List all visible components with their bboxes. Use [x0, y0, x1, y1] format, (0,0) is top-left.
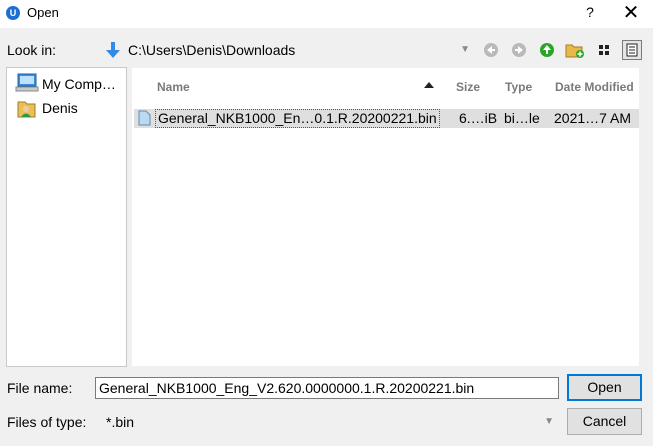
column-header-name[interactable]: Name: [157, 80, 190, 94]
user-folder-icon: [17, 101, 36, 118]
open-button[interactable]: Open: [567, 374, 642, 401]
help-button[interactable]: ?: [584, 4, 596, 20]
forward-button[interactable]: [510, 41, 528, 59]
new-folder-icon: [565, 44, 584, 58]
back-arrow-icon: [484, 43, 498, 57]
downloads-arrow-icon: [106, 42, 120, 58]
table-row[interactable]: General_NKB1000_En…0.1.R.20200221.bin 6.…: [134, 109, 639, 128]
column-header-size[interactable]: Size: [456, 80, 480, 94]
file-type-cell: bi…le: [504, 110, 540, 126]
file-type-select[interactable]: *.bin ▼: [95, 411, 559, 433]
detail-view-button[interactable]: [622, 40, 642, 60]
sort-ascending-icon: [424, 82, 434, 88]
file-type-label: Files of type:: [7, 414, 87, 430]
back-button[interactable]: [482, 41, 500, 59]
file-name-input[interactable]: [95, 377, 559, 399]
new-folder-button[interactable]: [565, 41, 584, 59]
chevron-down-icon[interactable]: ▼: [460, 44, 470, 55]
file-name-cell: General_NKB1000_En…0.1.R.20200221.bin: [155, 109, 440, 128]
cancel-button[interactable]: Cancel: [567, 408, 642, 435]
file-type-value: *.bin: [106, 414, 135, 430]
look-in-label: Look in:: [7, 42, 57, 58]
list-view-button[interactable]: [594, 40, 614, 60]
places-sidebar: My Comp… Denis: [6, 67, 127, 367]
file-list[interactable]: Name Size Type Date Modified General_NKB…: [131, 67, 640, 367]
sidebar-item-label: Denis: [42, 100, 78, 116]
close-button[interactable]: ✕: [622, 1, 640, 25]
look-in-path: C:\Users\Denis\Downloads: [128, 42, 296, 58]
computer-icon: [15, 73, 39, 92]
sidebar-item-label: My Comp…: [42, 76, 116, 92]
grid-view-icon: [599, 45, 609, 55]
parent-folder-button[interactable]: [538, 41, 556, 59]
details-view-icon: [626, 43, 638, 57]
title-bar: U Open ? ✕: [0, 0, 653, 28]
file-date-cell: 2021…7 AM: [554, 110, 632, 126]
look-in-combo[interactable]: C:\Users\Denis\Downloads ▼: [95, 39, 475, 61]
file-name-label: File name:: [7, 380, 73, 396]
sidebar-item-my-computer[interactable]: My Comp…: [11, 72, 125, 96]
app-logo-icon: U: [6, 6, 20, 20]
column-header-type[interactable]: Type: [505, 80, 532, 94]
file-size-cell: 6.…iB: [459, 110, 498, 126]
column-header-date-modified[interactable]: Date Modified: [555, 80, 634, 94]
file-icon: [138, 110, 151, 126]
sidebar-item-denis[interactable]: Denis: [11, 96, 125, 120]
up-arrow-icon: [540, 43, 554, 57]
chevron-down-icon[interactable]: ▼: [544, 416, 554, 427]
forward-arrow-icon: [512, 43, 526, 57]
window-title: Open: [27, 5, 59, 20]
